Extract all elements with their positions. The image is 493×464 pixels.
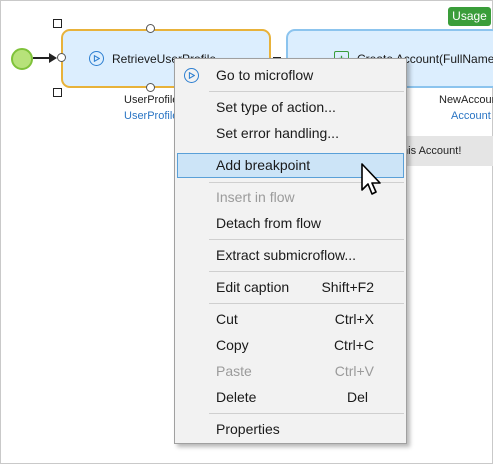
output-variable-name: UserProfile [124,94,179,106]
annotation-note[interactable]: this Account! [397,136,493,166]
menu-item-shortcut: Del [346,389,368,405]
menu-item-set-type-of-action[interactable]: Set type of action... [177,95,404,120]
menu-item-label: Copy [216,337,249,353]
menu-item-label: Detach from flow [216,215,322,231]
menu-separator [209,303,404,304]
menu-item-cut[interactable]: Cut Ctrl+X [177,307,404,332]
selection-handle-top-left[interactable] [53,19,62,28]
flow-arrowhead [49,53,57,63]
menu-separator [209,413,404,414]
menu-item-shortcut: Shift+F2 [321,279,374,295]
menu-item-copy[interactable]: Copy Ctrl+C [177,333,404,358]
menu-item-label: Delete [216,389,257,405]
microflow-call-icon [89,51,104,66]
menu-item-label: Cut [216,311,238,327]
menu-item-label: Edit caption [216,279,290,295]
connection-port-left[interactable] [57,53,66,62]
menu-item-label: Properties [216,421,280,437]
context-menu: Go to microflow Set type of action... Se… [174,58,407,444]
menu-item-shortcut: Ctrl+C [333,337,374,353]
output-variable-type: Account [451,110,491,122]
start-event[interactable] [11,48,33,70]
menu-item-label: Add breakpoint [216,157,311,173]
menu-item-label: Insert in flow [216,189,295,205]
menu-item-label: Set error handling... [216,125,339,141]
mouse-cursor-icon [361,163,381,195]
output-variable-type: UserProfile [124,110,179,122]
menu-item-extract-submicroflow[interactable]: Extract submicroflow... [177,243,404,268]
connection-port-bottom[interactable] [146,83,155,92]
menu-item-set-error-handling[interactable]: Set error handling... [177,121,404,146]
output-variable-name: NewAccount [439,94,493,106]
menu-item-shortcut: Ctrl+V [334,363,374,379]
connection-port-top[interactable] [146,24,155,33]
usage-badge[interactable]: Usage [448,7,491,26]
menu-item-detach-from-flow[interactable]: Detach from flow [177,211,404,236]
menu-item-label: Set type of action... [216,99,336,115]
menu-separator [209,91,404,92]
menu-item-paste[interactable]: Paste Ctrl+V [177,359,404,384]
menu-item-shortcut: Ctrl+X [334,311,374,327]
menu-item-go-to-microflow[interactable]: Go to microflow [177,63,404,88]
menu-item-label: Go to microflow [216,67,314,83]
menu-item-label: Extract submicroflow... [216,247,357,263]
menu-separator [209,239,404,240]
menu-item-label: Paste [216,363,252,379]
menu-item-edit-caption[interactable]: Edit caption Shift+F2 [177,275,404,300]
microflow-play-icon [184,68,199,83]
menu-separator [209,271,404,272]
menu-item-properties[interactable]: Properties [177,417,404,442]
menu-item-delete[interactable]: Delete Del [177,385,404,410]
selection-handle-bottom-left[interactable] [53,88,62,97]
